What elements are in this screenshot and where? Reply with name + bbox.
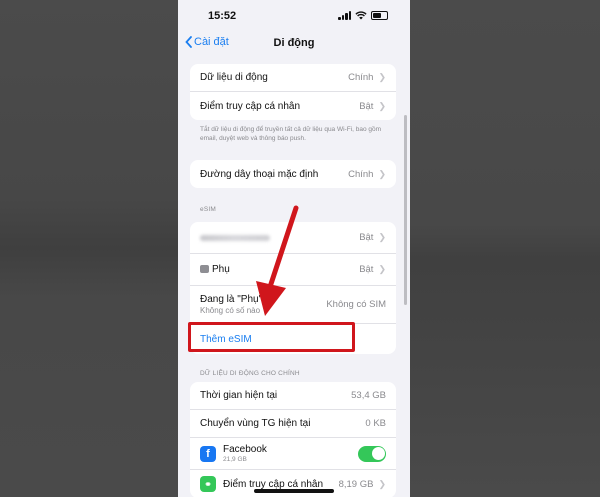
phone-screen: 15:52 Cài đặt Di động Dữ liệu di động Ch…: [178, 0, 410, 497]
background-left: [0, 0, 178, 497]
annotation-arrow-icon: [256, 205, 299, 316]
background-right: [410, 0, 600, 497]
